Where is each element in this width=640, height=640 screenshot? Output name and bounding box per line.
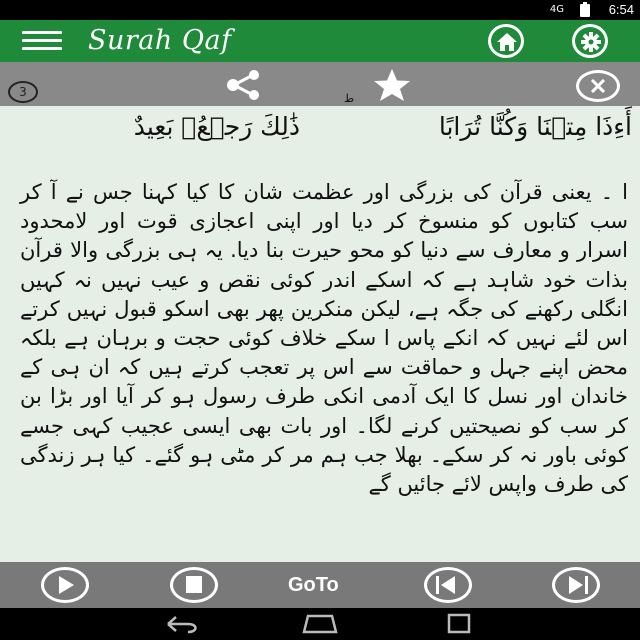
close-icon: [591, 79, 605, 93]
next-icon: [569, 576, 588, 594]
verse-arabic: أَءِذَا مِتۡنَا وَكُنَّا تُرَابًا ذَٰلِك…: [0, 92, 640, 162]
share-icon: [227, 70, 259, 100]
home-icon: [497, 33, 517, 51]
verse-toolbar: [0, 62, 640, 106]
close-button[interactable]: [576, 70, 620, 102]
menu-icon-line: [22, 47, 62, 50]
verse-number-badge: 3: [8, 81, 38, 103]
verse-segment: أَءِذَا مِتۡنَا وَكُنَّا تُرَابًا: [438, 112, 632, 141]
settings-button[interactable]: [572, 24, 608, 58]
playback-controls: GoTo: [0, 562, 640, 608]
page-title: Surah Qaf: [88, 25, 232, 56]
previous-button[interactable]: [424, 567, 472, 603]
back-icon[interactable]: [166, 613, 202, 635]
share-button[interactable]: [224, 70, 264, 104]
play-button[interactable]: [41, 567, 89, 603]
system-nav-bar: [0, 608, 640, 640]
verse-segment: ذَٰلِكَ رَجۡعُۢ بَعِيدٌ: [133, 112, 300, 141]
stop-icon: [186, 576, 202, 593]
translation-panel[interactable]: ا ۔ یعنی قرآن کی بزرگی اور عظمت شان کا ک…: [0, 178, 640, 562]
menu-icon-line: [22, 39, 62, 42]
favorite-button[interactable]: [370, 68, 414, 106]
play-icon: [59, 576, 74, 594]
waqf-mark: ط: [344, 92, 355, 105]
home-button[interactable]: [488, 24, 524, 58]
gear-icon: [581, 32, 601, 52]
signal-indicator: 4G: [549, 4, 564, 15]
next-button[interactable]: [552, 567, 600, 603]
recents-icon[interactable]: [446, 613, 474, 635]
app-bar: Surah Qaf: [0, 20, 640, 62]
menu-icon: [22, 31, 62, 34]
goto-button[interactable]: GoTo: [288, 574, 339, 597]
home-nav-icon[interactable]: [300, 613, 340, 635]
status-bar: 4G 6:54: [0, 0, 640, 20]
star-icon: [374, 69, 410, 101]
translation-text: ا ۔ یعنی قرآن کی بزرگی اور عظمت شان کا ک…: [20, 180, 628, 497]
status-time: 6:54: [608, 2, 634, 17]
stop-button[interactable]: [170, 567, 218, 603]
menu-button[interactable]: [22, 29, 66, 53]
previous-icon: [436, 576, 455, 594]
battery-icon: [580, 2, 590, 17]
